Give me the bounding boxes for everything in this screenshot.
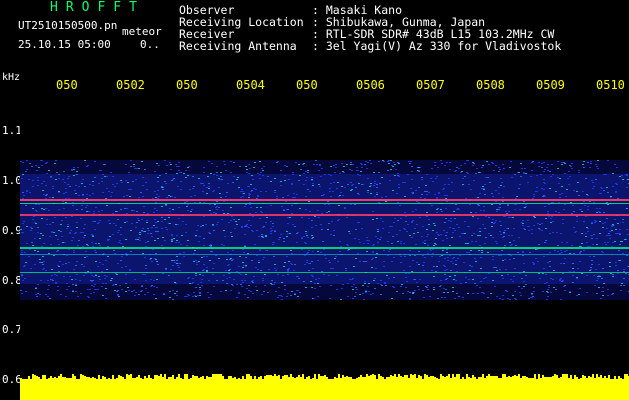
freq-tick: 1.1: [2, 124, 22, 137]
freq-tick: 0.6: [2, 373, 22, 386]
spectrogram-plot: [20, 104, 629, 400]
freq-tick: 0.9: [2, 224, 22, 237]
antenna-value: : 3el Yagi(V) Az 330 for Vladivostok: [312, 39, 562, 53]
time-tick: 0506: [356, 78, 385, 92]
khz-unit-label: kHz: [2, 72, 21, 83]
spectrogram-canvas: [20, 104, 629, 400]
antenna-label: Receiving Antenna: [179, 39, 297, 53]
time-tick: 0502: [116, 78, 145, 92]
noise-band: [20, 160, 629, 300]
time-tick: 050: [296, 78, 318, 92]
meteor-label: meteor: [122, 25, 162, 38]
file-name: UT2510150500.pn: [18, 19, 118, 32]
time-tick: 050: [176, 78, 198, 92]
dots-indicator: 0..: [140, 38, 160, 51]
freq-tick: 1.0: [2, 174, 22, 187]
freq-tick: 0.7: [2, 323, 22, 336]
freq-tick: 0.8: [2, 274, 22, 287]
time-tick: 0510: [596, 78, 625, 92]
time-tick: 0507: [416, 78, 445, 92]
time-tick: 0508: [476, 78, 505, 92]
app-title: HROFFT: [50, 0, 145, 15]
datetime: 25.10.15 05:00: [18, 38, 111, 51]
time-tick: 050: [56, 78, 78, 92]
header: HROFFT UT2510150500.pn meteor 25.10.15 0…: [0, 0, 629, 72]
time-tick: 0509: [536, 78, 565, 92]
time-tick: 0504: [236, 78, 265, 92]
